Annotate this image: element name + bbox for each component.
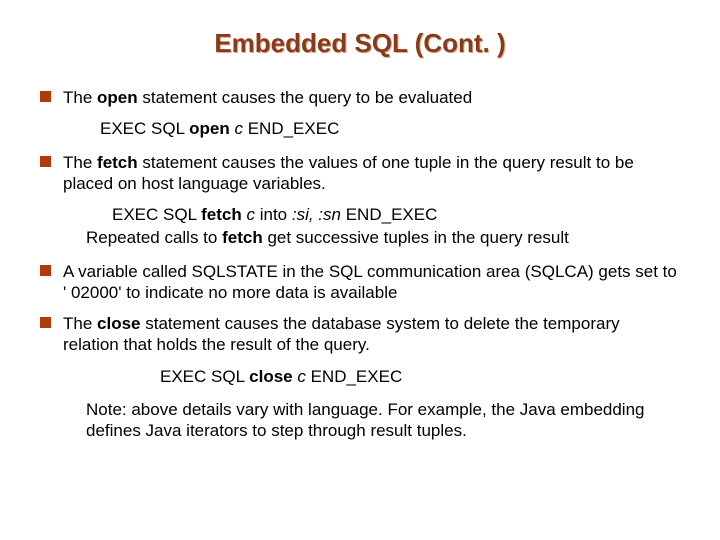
- bullet-close: The close statement causes the database …: [40, 313, 680, 356]
- bullet-list: The open statement causes the query to b…: [40, 87, 680, 441]
- page-title: Embedded SQL (Cont. ): [40, 28, 680, 59]
- text: END_EXEC: [248, 119, 340, 138]
- text: statement causes the database system to …: [63, 314, 620, 354]
- host-vars: :si, :sn: [292, 205, 346, 224]
- square-bullet-icon: [40, 265, 51, 276]
- text: END_EXEC: [346, 205, 438, 224]
- text: The: [63, 88, 97, 107]
- text: The: [63, 314, 97, 333]
- cursor-name: c: [293, 367, 311, 386]
- code-fetch: EXEC SQL fetch c into :si, :sn END_EXEC: [112, 204, 680, 225]
- text: EXEC SQL: [160, 367, 249, 386]
- text: EXEC SQL: [100, 119, 189, 138]
- keyword: close: [249, 367, 292, 386]
- square-bullet-icon: [40, 91, 51, 102]
- text: statement causes the query to be evaluat…: [138, 88, 473, 107]
- bullet-fetch: The fetch statement causes the values of…: [40, 152, 680, 195]
- bullet-sqlstate: A variable called SQLSTATE in the SQL co…: [40, 261, 680, 304]
- square-bullet-icon: [40, 317, 51, 328]
- slide: Embedded SQL (Cont. ) The open statement…: [0, 0, 720, 461]
- bullet-text: A variable called SQLSTATE in the SQL co…: [63, 261, 680, 304]
- bullet-open: The open statement causes the query to b…: [40, 87, 680, 108]
- text: The: [63, 153, 97, 172]
- text: END_EXEC: [311, 367, 403, 386]
- cursor-name: c: [230, 119, 248, 138]
- keyword: fetch: [222, 228, 263, 247]
- fetch-note: Repeated calls to fetch get successive t…: [86, 227, 680, 248]
- text: get successive tuples in the query resul…: [263, 228, 569, 247]
- bullet-text: The fetch statement causes the values of…: [63, 152, 680, 195]
- keyword: fetch: [201, 205, 242, 224]
- keyword-open: open: [97, 88, 138, 107]
- bullet-text: The close statement causes the database …: [63, 313, 680, 356]
- bullet-text: The open statement causes the query to b…: [63, 87, 680, 108]
- cursor-name: c: [242, 205, 260, 224]
- text: EXEC SQL: [112, 205, 201, 224]
- keyword-fetch: fetch: [97, 153, 138, 172]
- square-bullet-icon: [40, 156, 51, 167]
- text: statement causes the values of one tuple…: [63, 153, 634, 193]
- code-close: EXEC SQL close c END_EXEC: [160, 366, 680, 387]
- text: Repeated calls to: [86, 228, 222, 247]
- text: into: [260, 205, 292, 224]
- keyword: open: [189, 119, 230, 138]
- keyword-close: close: [97, 314, 140, 333]
- footnote: Note: above details vary with language. …: [86, 399, 680, 442]
- code-open: EXEC SQL open c END_EXEC: [100, 118, 680, 139]
